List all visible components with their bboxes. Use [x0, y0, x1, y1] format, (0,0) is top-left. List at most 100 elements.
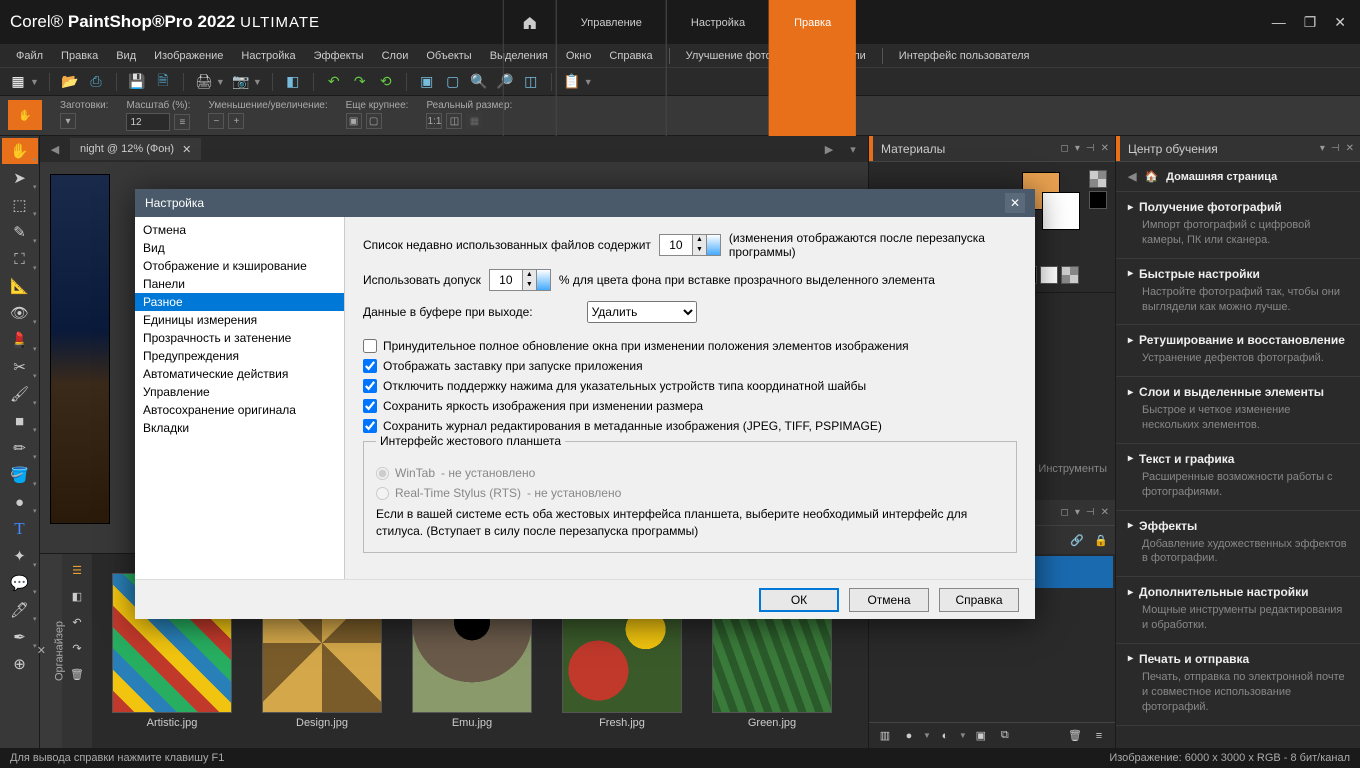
menu-view[interactable]: Вид: [108, 47, 144, 65]
fit-screen-button[interactable]: ▣: [417, 72, 437, 92]
actual-1-button[interactable]: 1:1: [426, 113, 442, 129]
learn-section-heading[interactable]: Эффекты: [1128, 519, 1348, 533]
pref-category-8[interactable]: Автоматические действия: [135, 365, 344, 383]
chk-preserve-brightness-input[interactable]: [363, 399, 377, 413]
panel-pin-button[interactable]: ⊣: [1086, 143, 1095, 154]
learn-section-heading[interactable]: Получение фотографий: [1128, 200, 1348, 214]
add-tool[interactable]: ⊕: [2, 651, 38, 677]
redo-button[interactable]: ↷: [350, 72, 370, 92]
panel-pin-button[interactable]: ⊣: [1331, 143, 1340, 154]
spinner-down[interactable]: ▼: [693, 245, 706, 255]
get-photos-button[interactable]: ⎙: [86, 72, 106, 92]
airbrush-tool[interactable]: 🖊▾: [2, 597, 38, 623]
actual-pixels-button[interactable]: ◫: [446, 113, 462, 129]
new-mask-button[interactable]: ●: [899, 726, 919, 746]
chk-disable-pressure-input[interactable]: [363, 379, 377, 393]
maximize-button[interactable]: ❐: [1300, 10, 1321, 35]
panel-undock-button[interactable]: ◻: [1061, 507, 1069, 518]
learn-section-heading[interactable]: Ретуширование и восстановление: [1128, 333, 1348, 347]
duplicate-layer-button[interactable]: ⧉: [995, 726, 1015, 746]
ok-button[interactable]: ОК: [759, 588, 839, 612]
dialog-close-button[interactable]: ✕: [1005, 193, 1025, 213]
chk-save-history-input[interactable]: [363, 419, 377, 433]
learn-section-4[interactable]: Текст и графикаРасширенные возможности р…: [1116, 444, 1360, 511]
organizer-filter-button[interactable]: ◧: [67, 586, 87, 606]
save-as-button[interactable]: 🗎: [153, 72, 173, 92]
straighten-tool[interactable]: 📐: [2, 273, 38, 299]
recent-files-spinner[interactable]: ▲▼: [659, 234, 721, 256]
clone-tool[interactable]: ✂▾: [2, 354, 38, 380]
menu-objects[interactable]: Объекты: [418, 47, 479, 65]
tolerance-spinner[interactable]: ▲▼: [489, 269, 551, 291]
actual-grid-button[interactable]: ▦: [466, 113, 482, 129]
panel-pin-button[interactable]: ⊣: [1086, 507, 1095, 518]
pref-category-3[interactable]: Панели: [135, 275, 344, 293]
new-adjustment-button[interactable]: ◐: [935, 726, 955, 746]
zoom-out-button[interactable]: 🔍: [469, 72, 489, 92]
learn-section-heading[interactable]: Дополнительные настройки: [1128, 585, 1348, 599]
pan-tool[interactable]: ✋▾: [2, 138, 38, 164]
learn-section-heading[interactable]: Слои и выделенные элементы: [1128, 385, 1348, 399]
pref-category-7[interactable]: Предупреждения: [135, 347, 344, 365]
chk-force-refresh-input[interactable]: [363, 339, 377, 353]
learn-section-heading[interactable]: Печать и отправка: [1128, 652, 1348, 666]
learn-section-0[interactable]: Получение фотографийИмпорт фотографий с …: [1116, 192, 1360, 259]
spinner-slider[interactable]: [706, 235, 720, 255]
recent-files-input[interactable]: [660, 235, 692, 255]
dropdown-arrow-icon[interactable]: ▼: [216, 77, 225, 87]
menu-ui[interactable]: Интерфейс пользователя: [891, 47, 1038, 65]
background-swatch[interactable]: [1042, 192, 1080, 230]
spinner-down[interactable]: ▼: [523, 280, 536, 290]
zoom-out-mini-button[interactable]: −: [208, 113, 224, 129]
organizer-rotate-right-button[interactable]: ↷: [67, 638, 87, 658]
organizer-list-button[interactable]: ☰: [67, 560, 87, 580]
panel-menu-button[interactable]: ▾: [1320, 143, 1325, 154]
pref-category-5[interactable]: Единицы измерения: [135, 311, 344, 329]
chk-disable-pressure[interactable]: Отключить поддержку нажима для указатель…: [363, 379, 1017, 393]
chk-splash[interactable]: Отображать заставку при запуске приложен…: [363, 359, 1017, 373]
close-button[interactable]: ✕: [1330, 10, 1350, 35]
tab-next-button[interactable]: ▶: [820, 143, 838, 156]
clipboard-select[interactable]: Удалить: [587, 301, 697, 323]
panel-close-button[interactable]: ✕: [1346, 143, 1354, 154]
fill-tool[interactable]: 🪣▾: [2, 462, 38, 488]
menu-effects[interactable]: Эффекты: [306, 47, 372, 65]
document-tab[interactable]: night @ 12% (Фон) ✕: [70, 138, 201, 160]
scan-button[interactable]: 📷: [231, 72, 251, 92]
presets-picker[interactable]: ▾: [60, 113, 76, 129]
organizer-rotate-left-button[interactable]: ↶: [67, 612, 87, 632]
learn-section-3[interactable]: Слои и выделенные элементыБыстрое и четк…: [1116, 377, 1360, 444]
learn-section-1[interactable]: Быстрые настройкиНастройте фотографий та…: [1116, 259, 1360, 326]
tolerance-input[interactable]: [490, 270, 522, 290]
mini-trans-swatch[interactable]: [1061, 266, 1079, 284]
dropdown-arrow-icon[interactable]: ▼: [30, 77, 39, 87]
redeye-tool[interactable]: 👁▾: [2, 300, 38, 326]
chk-splash-input[interactable]: [363, 359, 377, 373]
home-icon[interactable]: 🏠: [1144, 170, 1158, 183]
back-icon[interactable]: ◀: [1128, 170, 1136, 183]
menu-adjust[interactable]: Настройка: [233, 47, 303, 65]
smudge-tool[interactable]: ●▾: [2, 489, 38, 515]
pref-category-10[interactable]: Автосохранение оригинала: [135, 401, 344, 419]
warp-tool[interactable]: ✦▾: [2, 543, 38, 569]
dropdown-arrow-icon[interactable]: ▼: [959, 731, 967, 740]
pref-category-4[interactable]: Разное: [135, 293, 344, 311]
layer-link-button[interactable]: 🔗: [1067, 530, 1087, 550]
pan-tool-indicator[interactable]: ✋: [8, 100, 42, 130]
learn-section-heading[interactable]: Текст и графика: [1128, 452, 1348, 466]
pref-category-9[interactable]: Управление: [135, 383, 344, 401]
undo-button[interactable]: ↶: [324, 72, 344, 92]
pref-category-1[interactable]: Вид: [135, 239, 344, 257]
menu-layers[interactable]: Слои: [374, 47, 417, 65]
layer-effects-button[interactable]: ≡: [1089, 726, 1109, 746]
dropdown-arrow-icon[interactable]: ▼: [253, 77, 262, 87]
panel-undock-button[interactable]: ◻: [1061, 143, 1069, 154]
dropdown-arrow-icon[interactable]: ▼: [923, 731, 931, 740]
chk-preserve-brightness[interactable]: Сохранить яркость изображения при измене…: [363, 399, 1017, 413]
spinner-up[interactable]: ▲: [523, 270, 536, 280]
panel-menu-button[interactable]: ▾: [1075, 507, 1080, 518]
history-button[interactable]: ⟲: [376, 72, 396, 92]
fit-window-button[interactable]: ▢: [443, 72, 463, 92]
text-tool[interactable]: T: [2, 516, 38, 542]
menu-edit[interactable]: Правка: [53, 47, 106, 65]
